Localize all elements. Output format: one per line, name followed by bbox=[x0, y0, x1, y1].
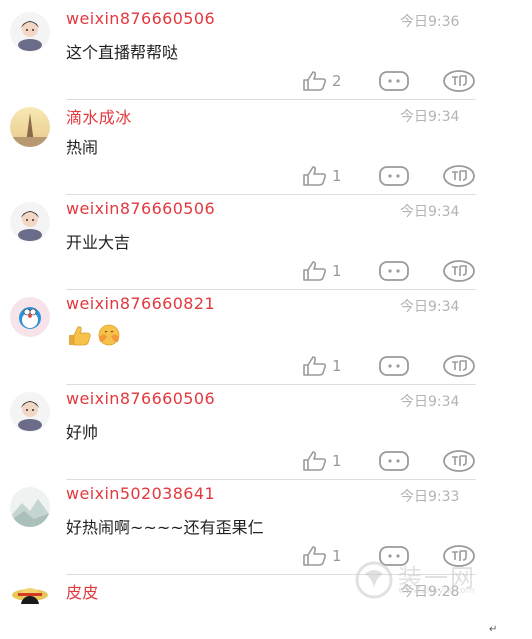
comment-item: weixin876660506 今日9:34 开业大吉 1 bbox=[0, 194, 490, 290]
comment-actions: 1 bbox=[300, 352, 480, 380]
comment-item: weixin876660821 今日9:34 1 bbox=[0, 289, 490, 385]
comment-time: 今日9:36 bbox=[400, 14, 460, 30]
like-button[interactable]: 1 bbox=[302, 259, 342, 283]
girl-cartoon-avatar[interactable] bbox=[10, 202, 50, 242]
comment-text: 开业大吉 bbox=[66, 233, 131, 252]
thumbs-up-icon bbox=[302, 260, 328, 282]
thumbs-up-icon bbox=[302, 70, 328, 92]
chat-bubble-icon bbox=[379, 451, 409, 471]
comment-time: 今日9:33 bbox=[400, 489, 460, 505]
comment-username[interactable]: weixin876660506 bbox=[66, 389, 215, 408]
comment-text: 好热闹啊~~~~还有歪果仁 bbox=[66, 518, 264, 537]
reply-button[interactable] bbox=[378, 70, 410, 92]
comment-item: weixin876660506 今日9:34 好帅 1 bbox=[0, 384, 490, 480]
comment-time: 今日9:34 bbox=[400, 109, 460, 125]
comment-actions: 2 bbox=[300, 67, 480, 95]
girl-cartoon-avatar[interactable] bbox=[10, 392, 50, 432]
chat-bubble-icon bbox=[379, 71, 409, 91]
share-button[interactable] bbox=[442, 259, 476, 283]
comment-username[interactable]: weixin876660506 bbox=[66, 199, 215, 218]
like-button[interactable]: 1 bbox=[302, 544, 342, 568]
watermark-url: www.zhuyiw.com bbox=[398, 586, 475, 596]
like-button[interactable]: 1 bbox=[302, 449, 342, 473]
comment-actions: 1 bbox=[300, 162, 480, 190]
mountain-landscape-avatar[interactable] bbox=[10, 487, 50, 527]
like-button[interactable]: 2 bbox=[302, 69, 342, 93]
share-stamp-icon bbox=[443, 450, 475, 472]
like-count: 1 bbox=[332, 262, 342, 280]
comment-time: 今日9:34 bbox=[400, 299, 460, 315]
comment-username[interactable]: 滴水成冰 bbox=[66, 104, 132, 128]
reply-button[interactable] bbox=[378, 355, 410, 377]
chat-bubble-icon bbox=[379, 166, 409, 186]
like-button[interactable]: 1 bbox=[302, 164, 342, 188]
like-count: 2 bbox=[332, 72, 342, 90]
thumbs-up-icon bbox=[302, 545, 328, 567]
comment-text: 这个直播帮帮哒 bbox=[66, 43, 179, 62]
comment-feed: weixin876660506 今日9:36 这个直播帮帮哒 2 滴水成冰 今日… bbox=[0, 0, 532, 639]
share-button[interactable] bbox=[442, 69, 476, 93]
chat-bubble-icon bbox=[379, 261, 409, 281]
comment-username[interactable]: weixin502038641 bbox=[66, 484, 215, 503]
thumbs-up-icon bbox=[302, 355, 328, 377]
share-button[interactable] bbox=[442, 354, 476, 378]
share-stamp-icon bbox=[443, 70, 475, 92]
reply-button[interactable] bbox=[378, 165, 410, 187]
comment-item: weixin876660506 今日9:36 这个直播帮帮哒 2 bbox=[0, 4, 490, 100]
girl-cartoon-avatar[interactable] bbox=[10, 12, 50, 52]
comment-time: 今日9:34 bbox=[400, 394, 460, 410]
comment-username[interactable]: 皮皮 bbox=[66, 579, 99, 603]
share-stamp-icon bbox=[443, 355, 475, 377]
comment-username[interactable]: weixin876660821 bbox=[66, 294, 215, 313]
comment-actions: 1 bbox=[300, 257, 480, 285]
like-count: 1 bbox=[332, 357, 342, 375]
comment-text: 好帅 bbox=[66, 423, 99, 442]
thumbs-up-emoji bbox=[66, 324, 92, 346]
comment-actions: 1 bbox=[300, 447, 480, 475]
comment-time: 今日9:34 bbox=[400, 204, 460, 220]
share-button[interactable] bbox=[442, 449, 476, 473]
pirate-straw-hat-avatar[interactable] bbox=[10, 579, 50, 604]
thumbs-up-icon bbox=[302, 165, 328, 187]
tower-photo-avatar[interactable] bbox=[10, 107, 50, 147]
thumbs-up-icon bbox=[302, 450, 328, 472]
reply-button[interactable] bbox=[378, 260, 410, 282]
like-count: 1 bbox=[332, 547, 342, 565]
comment-item: 滴水成冰 今日9:34 热闹 1 bbox=[0, 99, 490, 195]
comment-username[interactable]: weixin876660506 bbox=[66, 9, 215, 28]
comment-emoji-content bbox=[66, 324, 122, 346]
comment-text: 热闹 bbox=[66, 138, 99, 157]
like-button[interactable]: 1 bbox=[302, 354, 342, 378]
zhuyi-logo-icon bbox=[354, 560, 394, 600]
doraemon-avatar[interactable] bbox=[10, 297, 50, 337]
clapping-face-emoji bbox=[96, 324, 122, 346]
like-count: 1 bbox=[332, 167, 342, 185]
reply-button[interactable] bbox=[378, 450, 410, 472]
like-count: 1 bbox=[332, 452, 342, 470]
share-button[interactable] bbox=[442, 164, 476, 188]
chat-bubble-icon bbox=[379, 356, 409, 376]
share-stamp-icon bbox=[443, 260, 475, 282]
share-stamp-icon bbox=[443, 165, 475, 187]
watermark: 装一网 www.zhuyiw.com bbox=[354, 556, 490, 604]
paragraph-return-mark: ↵ bbox=[489, 624, 498, 635]
